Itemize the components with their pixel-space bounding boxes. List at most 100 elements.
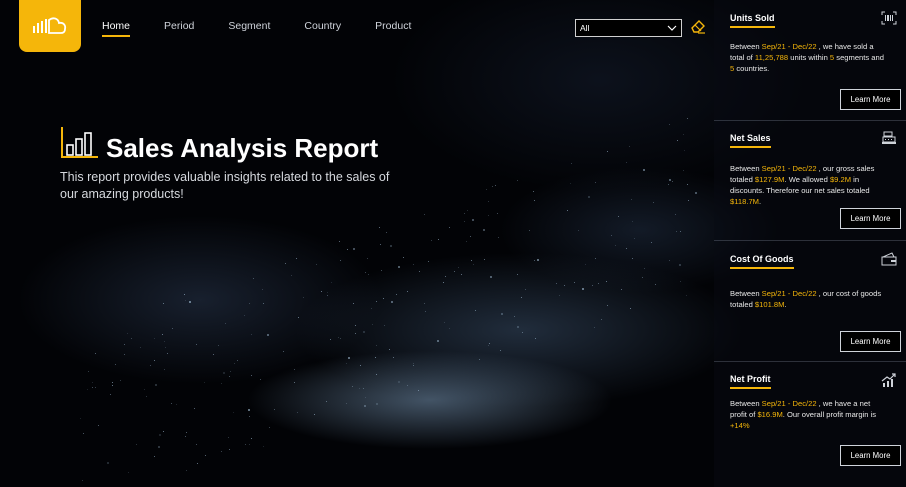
particle: [383, 297, 385, 299]
text-segment: .: [784, 300, 787, 309]
particle: [157, 445, 160, 448]
learn-more-button[interactable]: Learn More: [840, 445, 901, 466]
text-segment: Between: [730, 42, 762, 51]
learn-more-button[interactable]: Learn More: [840, 89, 901, 110]
cash-register-icon: [881, 131, 897, 150]
particle: [339, 338, 341, 340]
particle: [474, 309, 476, 311]
particle: [109, 393, 111, 395]
particle: [487, 344, 489, 346]
chevron-down-icon: [667, 25, 677, 31]
particle: [185, 431, 187, 433]
particle: [354, 324, 356, 326]
period-value: Sep/21 - Dec/22: [761, 399, 817, 408]
particle: [577, 230, 579, 231]
particle: [620, 288, 622, 290]
learn-more-button[interactable]: Learn More: [840, 208, 901, 229]
particle: [520, 297, 522, 299]
nav-product[interactable]: Product: [375, 20, 411, 37]
particle: [595, 257, 597, 259]
particle: [229, 448, 231, 450]
particle: [686, 183, 688, 185]
discount-value: $9.2M: [829, 175, 852, 184]
wallet-icon: [881, 252, 897, 271]
nav-period[interactable]: Period: [164, 20, 194, 37]
particle: [594, 181, 596, 183]
particle: [532, 191, 534, 192]
particle: [352, 385, 354, 387]
nav-segment[interactable]: Segment: [228, 20, 270, 37]
particle: [694, 191, 697, 194]
app-logo[interactable]: [19, 0, 81, 52]
text-segment: Between: [730, 289, 762, 298]
particle: [149, 364, 151, 366]
period-value: Sep/21 - Dec/22: [761, 42, 817, 51]
text-segment: Between: [730, 164, 762, 173]
net-sales-value: $118.7M: [730, 197, 759, 206]
particle: [170, 402, 172, 404]
text-segment: segments and: [834, 53, 884, 62]
particle: [668, 178, 671, 181]
particle: [362, 388, 364, 389]
particle: [172, 327, 174, 329]
divider: [714, 240, 906, 241]
card-description: Between Sep/21 - Dec/22 , we have a net …: [730, 398, 888, 431]
particle: [573, 281, 575, 283]
text-segment: . We allowed: [784, 175, 830, 184]
particle: [259, 378, 261, 380]
nav-country[interactable]: Country: [304, 20, 341, 37]
particle: [362, 330, 365, 333]
particle: [364, 271, 366, 273]
particle: [413, 362, 414, 364]
particle: [396, 293, 398, 295]
card-title: Cost Of Goods: [730, 254, 794, 269]
eraser-icon: [691, 20, 705, 34]
particle: [380, 269, 382, 271]
particle: [570, 162, 572, 164]
particle: [250, 437, 252, 439]
particle: [352, 248, 355, 251]
particle: [346, 248, 348, 250]
particle: [293, 368, 295, 370]
particle: [354, 332, 356, 334]
particle: [513, 315, 515, 317]
particle: [154, 383, 157, 386]
text-segment: countries.: [734, 64, 770, 73]
divider: [714, 361, 906, 362]
particle: [196, 462, 198, 464]
particle: [204, 455, 206, 457]
particle: [352, 302, 354, 304]
particle: [220, 382, 222, 384]
particle: [294, 381, 296, 383]
card-description: Between Sep/21 - Dec/22 , we have sold a…: [730, 41, 888, 74]
particle: [320, 290, 322, 292]
particle: [516, 179, 518, 181]
particle: [345, 363, 347, 365]
barcode-icon: [881, 11, 897, 30]
period-value: Sep/21 - Dec/22: [761, 164, 817, 173]
page-subtitle: This report provides valuable insights r…: [60, 170, 390, 201]
filter-dropdown[interactable]: All: [575, 19, 682, 37]
trend-up-icon: [881, 372, 897, 393]
particle: [298, 316, 300, 318]
nav-home[interactable]: Home: [102, 20, 131, 37]
particle: [536, 258, 539, 261]
particle: [123, 343, 125, 345]
particle: [261, 288, 263, 290]
particle: [184, 300, 186, 302]
particle: [233, 363, 235, 365]
profit-value: $16.9M: [757, 410, 783, 419]
card-title: Net Profit: [730, 374, 771, 389]
learn-more-button[interactable]: Learn More: [840, 331, 901, 352]
clear-filter-button[interactable]: [690, 18, 706, 39]
particle: [326, 294, 328, 296]
filter-selected-value: All: [580, 23, 590, 33]
particle: [366, 257, 368, 259]
particle: [558, 295, 560, 297]
particle: [642, 168, 645, 171]
particle: [682, 133, 684, 135]
gross-sales-value: $127.9M: [754, 175, 785, 184]
particle: [397, 266, 400, 269]
particle: [378, 227, 380, 229]
particle: [166, 353, 168, 355]
